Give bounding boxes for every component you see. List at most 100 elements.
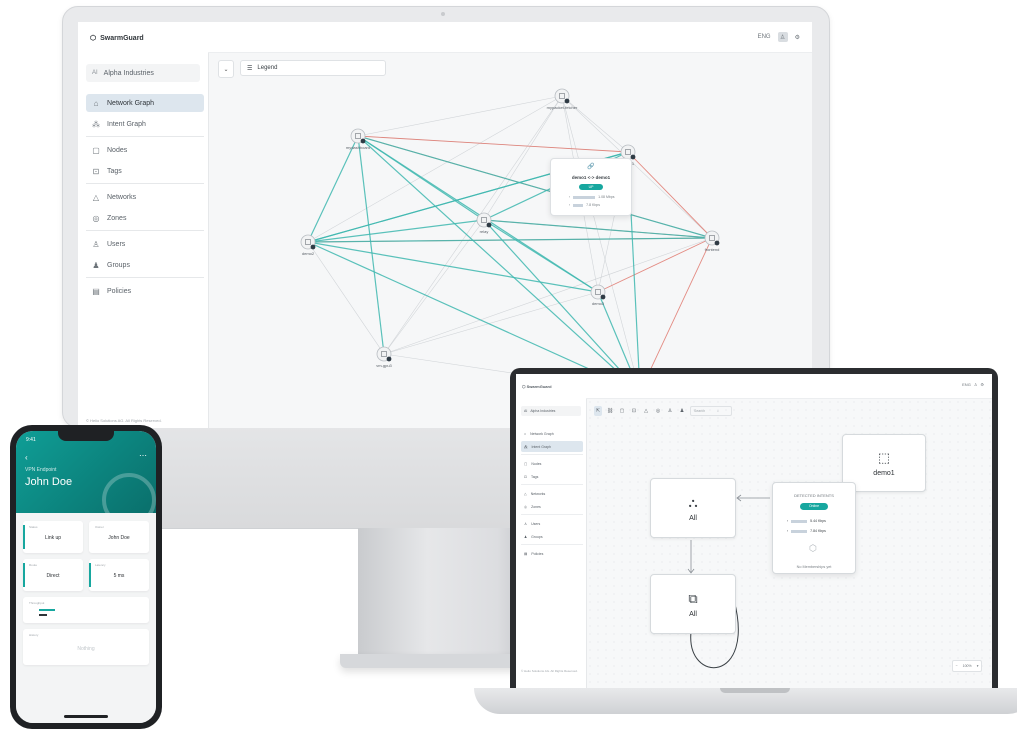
intent-card-bottom[interactable]: ⧉ All xyxy=(650,574,736,634)
avatar[interactable]: ♙ xyxy=(777,32,788,42)
network-icon: ⛬ xyxy=(688,494,698,510)
status-badge: Online xyxy=(800,503,828,510)
graph-edge xyxy=(483,219,599,293)
intent-icon: ⁂ xyxy=(92,119,100,129)
graph-edge xyxy=(307,219,485,243)
endpoint-name: John Doe xyxy=(25,476,73,488)
footer-copyright: © Helio Solutions AG. All Rights Reserve… xyxy=(86,418,162,423)
phone-body: Status Link up Owner John Doe Route Dire… xyxy=(16,513,156,723)
graph-edge xyxy=(383,291,599,355)
graph-edge xyxy=(307,135,359,243)
sidebar-item-intent-graph[interactable]: ⁂ Intent Graph xyxy=(86,115,204,133)
graph-edge xyxy=(383,237,713,355)
zoom-dropdown-icon[interactable]: ▾ xyxy=(977,664,979,668)
org-name: Alpha Industries xyxy=(103,69,154,77)
graph-node-label: demo3 xyxy=(592,301,605,306)
laptop-screen: ⬡ SwarmGuard AI Alpha Industries ⌂ Network… xyxy=(516,374,992,688)
graph-node: demo3 xyxy=(590,284,606,306)
status-card: Status Link up xyxy=(23,521,83,553)
sidebar-nav: ⌂ Network Graph ⁂ Intent Graph ▢ Nodes ⊡ Tag… xyxy=(86,94,204,303)
zoom-out-icon[interactable]: − xyxy=(956,664,958,668)
graph-edge xyxy=(483,219,641,393)
sidebar-item-policies[interactable]: ▤ Policies xyxy=(86,282,204,300)
sidebar-divider xyxy=(86,230,204,231)
home-indicator xyxy=(64,715,108,718)
more-icon[interactable]: ⋯ xyxy=(139,451,147,460)
status-badge: UP xyxy=(579,184,603,190)
tag-icon: ⧉ xyxy=(688,590,698,606)
route-card: Route Direct xyxy=(23,559,83,591)
org-selector[interactable]: AI Alpha Industries xyxy=(86,64,200,82)
graph-node-label: frontend xyxy=(705,247,720,252)
status-time: 9:41 xyxy=(26,437,36,443)
sidebar-divider xyxy=(86,136,204,137)
intent-card-top[interactable]: ⛬ All xyxy=(650,478,736,538)
imac-camera xyxy=(441,12,445,16)
link-popup: 🔗 demo1 <-> demo1 UP › 1.08 Mbps ‹ 7.8 Kbp… xyxy=(550,158,632,216)
sidebar-item-zones[interactable]: ◎ Zones xyxy=(86,209,204,227)
empty-memberships: No Memberships yet xyxy=(796,565,832,569)
sidebar-divider xyxy=(86,277,204,278)
graph-node: relay xyxy=(476,212,492,234)
owner-card: Owner John Doe xyxy=(89,521,149,553)
graph-node-label: vm-gpu3 xyxy=(376,363,392,368)
sidebar-divider xyxy=(86,183,204,184)
sidebar-item-networks[interactable]: △ Networks xyxy=(86,188,204,206)
popup-title: DETECTED INTENTS xyxy=(794,493,834,498)
cloud-icon: △ xyxy=(92,192,100,202)
group-icon: ♟ xyxy=(92,260,100,270)
graph-edge xyxy=(483,219,713,239)
sidebar-item-users[interactable]: ♙ Users xyxy=(86,235,204,253)
network-icon: ⌂ xyxy=(93,98,99,108)
link-icon: 🔗 xyxy=(587,164,595,170)
graph-node: mypacket-fetcher xyxy=(547,88,578,110)
intent-popup: DETECTED INTENTS Online › 5.44 Kbps ‹ 7.84… xyxy=(772,482,856,574)
zone-icon: ◎ xyxy=(92,213,100,223)
graph-edge xyxy=(307,237,713,243)
settings-icon[interactable]: ⚙ xyxy=(795,34,800,41)
phone-header: 9:41 ‹ ⋯ VPN Endpoint John Doe xyxy=(16,431,156,527)
endpoint-subtitle: VPN Endpoint xyxy=(25,467,57,473)
graph-edge xyxy=(383,95,563,355)
phone-notch xyxy=(58,431,114,441)
graph-node: mydashboard xyxy=(346,128,370,150)
tag-icon: ⊡ xyxy=(92,166,100,176)
popup-title: demo1 <-> demo1 xyxy=(571,175,611,180)
sidebar-item-network-graph[interactable]: ⌂ Network Graph xyxy=(86,94,204,112)
org-badge: AI xyxy=(92,70,98,76)
sidebar-item-groups[interactable]: ♟ Groups xyxy=(86,256,204,274)
top-bar: ENG ♙ ⚙ xyxy=(208,22,812,53)
intent-edges xyxy=(687,461,882,669)
tx-row: ‹ 7.84 Kbps xyxy=(787,529,826,533)
graph-node: vm-gpu3 xyxy=(376,346,393,368)
graph-edges xyxy=(307,95,713,393)
sidebar-item-tags[interactable]: ⊡ Tags xyxy=(86,162,204,180)
phone-screen: 9:41 ‹ ⋯ VPN Endpoint John Doe Status Li… xyxy=(16,431,156,723)
graph-edge xyxy=(357,135,629,153)
graph-edge xyxy=(307,241,599,293)
graph-edge xyxy=(561,95,641,393)
graph-edge xyxy=(307,95,563,243)
app-logo[interactable]: ⬡ SwarmGuard xyxy=(90,34,144,43)
cube-icon: ⬡ xyxy=(809,543,817,553)
language-switch[interactable]: ENG xyxy=(758,34,771,40)
rx-row: › 1.08 Mbps xyxy=(569,195,615,199)
nodes-icon: ▢ xyxy=(92,145,100,155)
graph-node-label: mydashboard xyxy=(346,145,370,150)
sidebar: ⬡ SwarmGuard AI Alpha Industries ⌂ Networ… xyxy=(78,22,209,428)
graph-nodes: mypacket-fetchermydashboardrelaydemo1dem… xyxy=(300,88,720,368)
laptop-notch xyxy=(720,688,790,693)
throughput-card: Throughput xyxy=(23,597,149,623)
tx-row: ‹ 7.8 Kbps xyxy=(569,203,600,207)
graph-node-label: relay xyxy=(480,229,489,234)
zoom-control[interactable]: − 100% ▾ xyxy=(952,660,982,672)
history-card: History Nothing xyxy=(23,629,149,665)
node-icon: ⬚ xyxy=(877,449,891,465)
logo-icon: ⬡ xyxy=(90,35,97,42)
graph-node: demo2 xyxy=(300,234,316,256)
latency-card: Latency 5 ms xyxy=(89,559,149,591)
graph-node-label: demo2 xyxy=(302,251,315,256)
sidebar-item-nodes[interactable]: ▢ Nodes xyxy=(86,141,204,159)
back-arrow-icon[interactable]: ‹ xyxy=(25,453,28,462)
imac-stand xyxy=(358,528,532,660)
